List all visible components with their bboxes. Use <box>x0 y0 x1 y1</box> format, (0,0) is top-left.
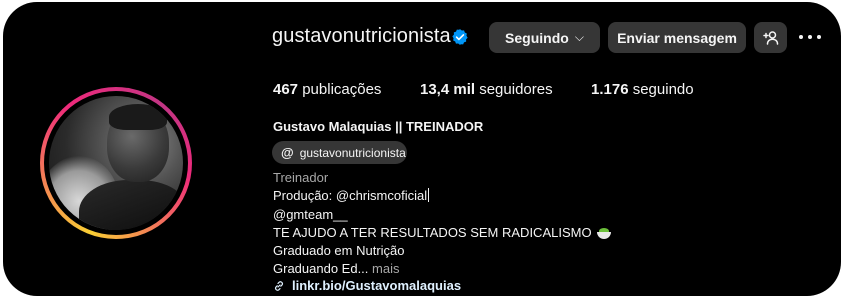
bio-line-3: TE AJUDO A TER RESULTADOS SEM RADICALISM… <box>273 225 592 240</box>
followers-stat[interactable]: 13,4 mil seguidores <box>420 81 553 98</box>
full-name: Gustavo Malaquias || TREINADOR <box>273 119 484 134</box>
bio-external-link[interactable]: linkr.bio/Gustavomalaquias <box>273 278 461 293</box>
following-button-label: Seguindo <box>505 29 569 46</box>
send-message-label: Enviar mensagem <box>617 29 737 46</box>
bio-line-5: Graduando Ed... <box>273 261 369 276</box>
bio-line-1: Produção: @chrismcoficial <box>273 188 428 203</box>
bio-more-link[interactable]: mais <box>372 261 399 276</box>
more-dot <box>817 35 821 39</box>
more-options-icon[interactable] <box>799 29 821 45</box>
username: gustavonutricionista <box>272 25 451 47</box>
salad-emoji-icon <box>596 228 612 239</box>
posts-label: publicações <box>302 81 382 98</box>
profile-header: gustavonutricionista Seguindo ⌵ Enviar m… <box>3 2 841 296</box>
avatar-photo <box>49 96 183 230</box>
threads-handle: gustavonutricionista <box>299 145 406 160</box>
bio-line-truncated: Graduando Ed... mais <box>273 261 399 276</box>
more-dot <box>808 35 812 39</box>
following-button[interactable]: Seguindo ⌵ <box>489 22 600 53</box>
photo-shoulder <box>79 180 183 230</box>
threads-badge[interactable]: @ gustavonutricionista <box>272 141 407 164</box>
text-cursor <box>428 188 430 202</box>
photo-hair <box>109 104 167 130</box>
bio-line-4: Graduado em Nutrição <box>273 243 405 258</box>
chevron-down-icon: ⌵ <box>574 30 584 44</box>
verified-badge-icon <box>452 29 468 45</box>
suggested-accounts-button[interactable] <box>754 22 787 53</box>
posts-stat: 467 publicações <box>273 81 381 98</box>
following-label: seguindo <box>632 81 694 98</box>
bio-line-production: Produção: @chrismcoficial <box>273 188 430 203</box>
profile-avatar[interactable] <box>40 87 192 239</box>
bio-line-2[interactable]: @gmteam__ <box>273 207 348 222</box>
bio-link-text: linkr.bio/Gustavomalaquias <box>292 278 462 293</box>
more-dot <box>799 35 803 39</box>
following-count: 1.176 <box>591 81 629 98</box>
posts-count: 467 <box>273 81 299 98</box>
send-message-button[interactable]: Enviar mensagem <box>608 22 746 53</box>
threads-icon: @ <box>281 145 294 160</box>
bio-line-results: TE AJUDO A TER RESULTADOS SEM RADICALISM… <box>273 225 612 240</box>
link-icon <box>275 280 283 291</box>
followers-count: 13,4 mil <box>420 81 476 98</box>
add-person-icon <box>762 30 778 45</box>
following-stat[interactable]: 1.176 seguindo <box>591 81 694 98</box>
followers-label: seguidores <box>479 81 553 98</box>
category-label: Treinador <box>273 170 329 185</box>
